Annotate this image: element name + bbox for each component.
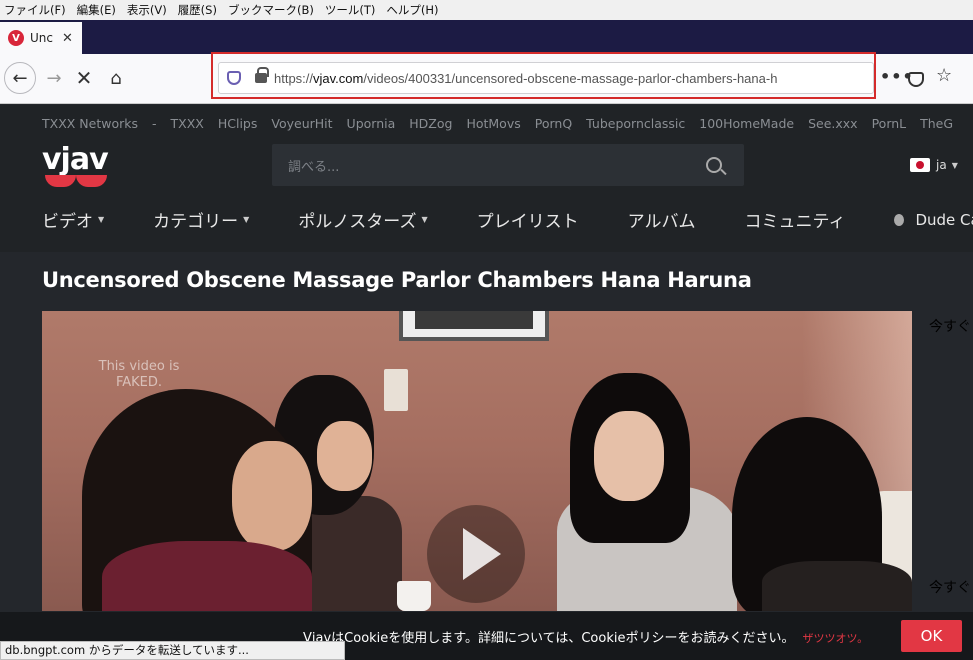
network-link[interactable]: 100HomeMade — [699, 116, 794, 131]
menu-edit[interactable]: 編集(E) — [77, 2, 116, 18]
wall-switch — [384, 369, 408, 411]
nav-label: コミュニティ — [744, 212, 846, 232]
search-icon[interactable] — [706, 157, 722, 173]
network-link[interactable]: Tubepornclassic — [586, 116, 685, 131]
arrow-left-icon: ← — [12, 67, 28, 89]
menu-history[interactable]: 履歴(S) — [178, 2, 217, 18]
site-header: TXXX Networks - TXXX HClips VoyeurHit Up… — [0, 105, 973, 252]
nav-label: ビデオ — [42, 212, 93, 232]
caret-down-icon: ▼ — [98, 215, 105, 224]
lock-icon[interactable] — [255, 67, 269, 83]
network-link[interactable]: HClips — [218, 116, 258, 131]
search-input[interactable]: 調べる... — [288, 156, 706, 175]
search-box[interactable]: 調べる... — [272, 144, 744, 186]
network-link[interactable]: HotMovs — [466, 116, 520, 131]
network-link[interactable]: PornL — [872, 116, 907, 131]
nav-label: プレイリスト — [476, 212, 579, 232]
menu-bookmarks[interactable]: ブックマーク(B) — [228, 2, 314, 18]
address-bar[interactable]: https://vjav.com/videos/400331/uncensore… — [218, 62, 874, 94]
caret-down-icon: ▼ — [243, 215, 250, 224]
logo-lips-icon — [45, 175, 107, 187]
nav-label: カテゴリー — [153, 212, 239, 232]
network-link[interactable]: Upornia — [347, 116, 396, 131]
webcam-icon — [894, 213, 905, 226]
nav-albums[interactable]: アルバム — [628, 207, 696, 232]
tab-strip: V Unc ✕ — [0, 20, 973, 54]
video-player[interactable]: This video is FAKED. — [42, 311, 912, 611]
nav-community[interactable]: コミュニティ — [744, 207, 845, 232]
stop-icon: ✕ — [75, 66, 93, 90]
sidebar-text: 今すぐ — [929, 580, 971, 596]
home-button[interactable]: ⌂ — [100, 62, 132, 94]
cookie-message: VjavはCookieを使用します。詳細については、Cookieポリシーをお読み… — [303, 631, 869, 646]
nav-dude-cams[interactable]: Dude Cams — [894, 207, 973, 232]
close-tab-icon[interactable]: ✕ — [62, 31, 73, 46]
bookmark-star-icon[interactable]: ☆ — [936, 65, 952, 86]
nav-label: Dude Cams — [915, 210, 973, 229]
network-link[interactable]: VoyeurHit — [271, 116, 332, 131]
back-button[interactable]: ← — [4, 62, 36, 94]
language-selector[interactable]: ja ▼ — [910, 158, 958, 172]
menu-view[interactable]: 表示(V) — [127, 2, 167, 18]
sidebar — [912, 258, 973, 610]
stop-button[interactable]: ✕ — [68, 62, 100, 94]
arrow-right-icon: → — [46, 67, 62, 89]
tracking-protection-icon[interactable] — [227, 71, 241, 85]
site-favicon-icon: V — [8, 30, 24, 46]
wall-picture — [399, 311, 549, 341]
menu-bar: ファイル(F) 編集(E) 表示(V) 履歴(S) ブックマーク(B) ツール(… — [0, 0, 973, 20]
url-prefix: https:// — [274, 70, 314, 86]
status-bar: db.bngpt.com からデータを転送しています... — [0, 641, 345, 660]
menu-tools[interactable]: ツール(T) — [325, 2, 376, 18]
video-watermark: This video is FAKED. — [98, 359, 180, 390]
network-links: TXXX Networks - TXXX HClips VoyeurHit Up… — [42, 116, 967, 131]
menu-file[interactable]: ファイル(F) — [4, 2, 66, 18]
sidebar-text: 今すぐ — [929, 319, 971, 335]
cookie-ok-button[interactable]: OK — [901, 620, 962, 652]
url-path: /videos/400331/uncensored-obscene-massag… — [363, 70, 778, 86]
nav-pornstars[interactable]: ポルノスターズ ▼ — [298, 207, 427, 232]
language-label: ja — [936, 158, 947, 172]
menu-help[interactable]: ヘルプ(H) — [386, 2, 438, 18]
url-domain: vjav.com — [313, 70, 364, 86]
network-link[interactable]: See.xxx — [808, 116, 857, 131]
video-title: Uncensored Obscene Massage Parlor Chambe… — [42, 268, 752, 292]
nav-label: アルバム — [627, 212, 696, 232]
navigation-toolbar: ← → ✕ ⌂ https://vjav.com/videos/400331/u… — [0, 54, 973, 104]
nav-categories[interactable]: カテゴリー ▼ — [153, 207, 249, 232]
network-separator: - — [152, 116, 157, 131]
tab-title: Unc — [30, 31, 53, 45]
forward-button[interactable]: → — [38, 62, 70, 94]
nav-label: ポルノスターズ — [298, 212, 417, 232]
nav-playlists[interactable]: プレイリスト — [477, 207, 579, 232]
network-link[interactable]: HDZog — [409, 116, 452, 131]
site-logo[interactable]: vjav — [42, 142, 109, 187]
cookie-link[interactable]: ザツツオツ。 — [802, 632, 868, 645]
network-link[interactable]: PornQ — [535, 116, 572, 131]
nav-videos[interactable]: ビデオ ▼ — [42, 207, 104, 232]
main-navigation: ビデオ ▼ カテゴリー ▼ ポルノスターズ ▼ プレイリスト アルバム コミュニティ … — [42, 207, 973, 233]
caret-down-icon: ▼ — [421, 215, 428, 224]
browser-tab[interactable]: V Unc ✕ — [0, 22, 82, 54]
logo-text: vjav — [42, 142, 109, 177]
url-text[interactable]: https://vjav.com/videos/400331/uncensore… — [274, 71, 866, 86]
pocket-icon[interactable] — [908, 72, 924, 87]
caret-down-icon: ▼ — [951, 160, 958, 170]
network-link[interactable]: TheG — [920, 116, 953, 131]
home-icon: ⌂ — [110, 67, 122, 89]
play-button[interactable] — [427, 505, 525, 603]
network-link[interactable]: TXXX — [171, 116, 204, 131]
network-link[interactable]: TXXX Networks — [42, 116, 138, 131]
japan-flag-icon — [910, 158, 930, 172]
